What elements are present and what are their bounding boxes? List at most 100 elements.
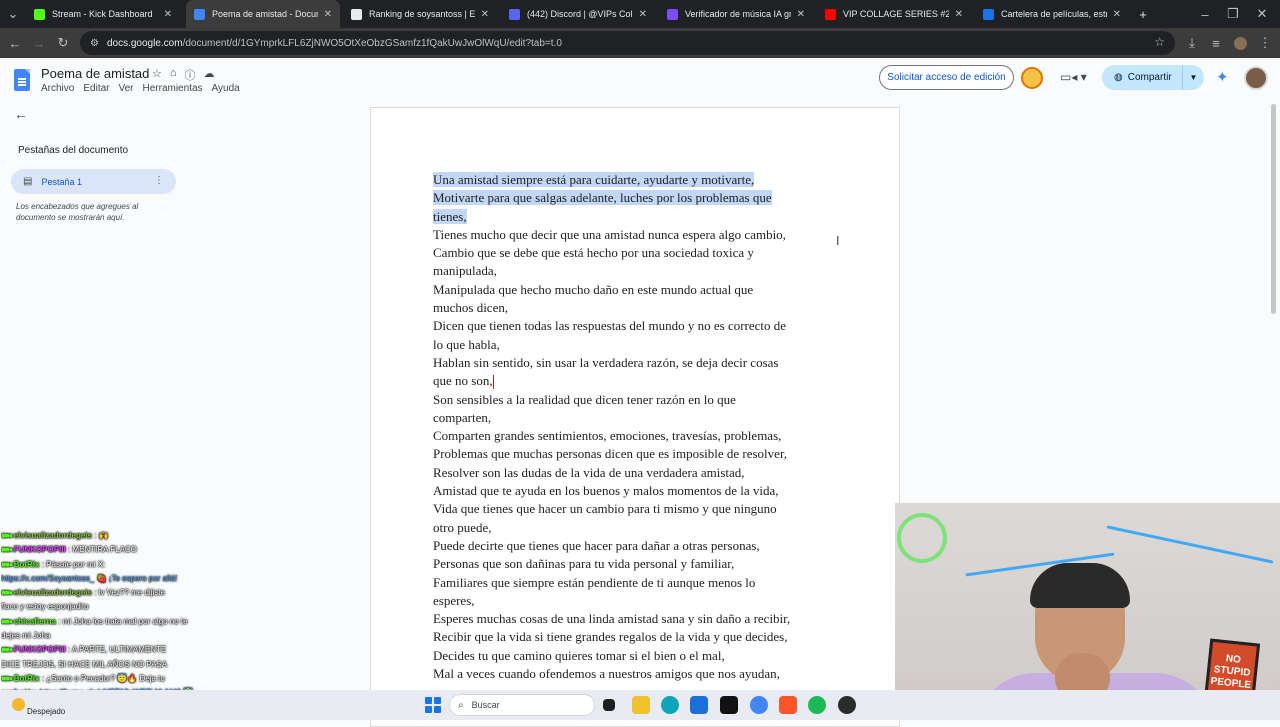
document-line[interactable]: Puede decirte que tienes que hacer para …	[433, 537, 833, 555]
bookmark-star-icon[interactable]: ☆	[1154, 35, 1165, 49]
chrome-icon[interactable]	[750, 696, 768, 714]
tab-options-icon[interactable]: ⋮	[154, 175, 164, 186]
tab-close-icon[interactable]: ✕	[1113, 9, 1121, 20]
brave-icon[interactable]	[779, 696, 797, 714]
document-line[interactable]: Tienes mucho que decir que una amistad n…	[433, 226, 833, 244]
scrollbar-thumb[interactable]	[1271, 104, 1276, 314]
tab-close-icon[interactable]: ✕	[164, 9, 172, 20]
document-line[interactable]: tienes,	[433, 208, 833, 226]
browser-menu-icon[interactable]: ⋮	[1256, 34, 1274, 52]
line-text: Recibir que la vida si tiene grandes reg…	[433, 629, 788, 645]
globe-icon: ◍	[1114, 72, 1123, 83]
document-line[interactable]: Familiares que siempre están pendiente d…	[433, 574, 833, 592]
taskbar-search[interactable]: ⌕ Buscar	[449, 694, 595, 716]
document-line[interactable]: Personas que son dañinas para tu vida pe…	[433, 555, 833, 573]
forward-icon[interactable]: →	[30, 34, 48, 52]
document-body[interactable]: Una amistad siempre está para cuidarte, …	[433, 171, 833, 683]
gemini-icon[interactable]: ✦	[1216, 68, 1229, 86]
share-dropdown-icon[interactable]: ▼	[1182, 65, 1204, 90]
document-line[interactable]: Una amistad siempre está para cuidarte, …	[433, 171, 833, 189]
document-line[interactable]: Amistad que te ayuda en los buenos y mal…	[433, 482, 833, 500]
document-line[interactable]: comparten,	[433, 409, 833, 427]
browser-tab[interactable]: Ranking de soysantoss | El mej ✕	[343, 0, 497, 28]
document-line[interactable]: Decides tu que camino quieres tomar si e…	[433, 647, 833, 665]
document-line[interactable]: Cambio que se debe que está hecho por un…	[433, 244, 833, 262]
profile-avatar[interactable]	[1231, 34, 1249, 52]
new-tab-icon[interactable]: +	[1134, 5, 1152, 23]
document-line[interactable]: Hablan sin sentido, sin usar la verdader…	[433, 354, 833, 372]
document-title[interactable]: Poema de amistad	[41, 66, 149, 81]
start-button[interactable]	[425, 697, 441, 713]
move-folder-icon[interactable]: ⌂	[170, 67, 177, 83]
document-line[interactable]: Problemas que muchas personas dicen que …	[433, 445, 833, 463]
browser-tab[interactable]: Cartelera de películas, estrenos ✕	[975, 0, 1129, 28]
document-line[interactable]: Recibir que la vida si tiene grandes reg…	[433, 628, 833, 646]
document-line[interactable]: Manipulada que hecho mucho daño en este …	[433, 281, 833, 299]
document-line[interactable]: muchos dicen,	[433, 299, 833, 317]
line-text: Mal a veces cuando ofendemos a nuestros …	[433, 666, 780, 682]
browser-tab[interactable]: Poema de amistad - Document ✕	[186, 0, 340, 28]
address-bar[interactable]: ⚙ docs.google.com /document/d/1GYmprkLFL…	[80, 31, 1175, 55]
info-icon[interactable]: ⓘ	[185, 67, 196, 83]
menu-herramientas[interactable]: Herramientas	[143, 83, 203, 94]
tab-close-icon[interactable]: ✕	[324, 9, 332, 20]
browser-tab[interactable]: (442) Discord | @VIPs Collage ✕	[501, 0, 655, 28]
reload-icon[interactable]: ↻	[54, 34, 72, 52]
document-line[interactable]: Motivarte para que salgas adelante, luch…	[433, 189, 833, 207]
menu-archivo[interactable]: Archivo	[41, 83, 74, 94]
document-line[interactable]: otro puede,	[433, 519, 833, 537]
browser-tab[interactable]: VIP COLLAGE SERIES #2 | JUAN ✕	[817, 0, 971, 28]
tab-close-icon[interactable]: ✕	[797, 9, 805, 20]
menu-editar[interactable]: Editar	[83, 83, 109, 94]
browser-tab[interactable]: Verificador de música IA gratis ✕	[659, 0, 813, 28]
back-icon[interactable]: ←	[6, 34, 24, 52]
tab-close-icon[interactable]: ✕	[639, 9, 647, 20]
restore-icon[interactable]: ❐	[1224, 5, 1242, 23]
collaborator-avatar[interactable]	[1021, 67, 1043, 89]
document-line[interactable]: que no son,	[433, 372, 833, 390]
edge-icon[interactable]	[661, 696, 679, 714]
close-window-icon[interactable]: ✕	[1253, 5, 1271, 23]
menu-ver[interactable]: Ver	[118, 83, 133, 94]
site-info-icon[interactable]: ⚙	[90, 38, 99, 49]
meet-icon[interactable]: ▭◂ ▾	[1060, 70, 1087, 84]
document-line[interactable]: Son sensibles a la realidad que dicen te…	[433, 391, 833, 409]
chat-username: FUNKOPOPIII	[13, 645, 66, 655]
line-text: Comparten grandes sentimientos, emocione…	[433, 428, 782, 444]
document-line[interactable]: Resolver son las dudas de la vida de una…	[433, 464, 833, 482]
minimize-icon[interactable]: –	[1196, 5, 1214, 23]
download-icon[interactable]: ⤓	[1183, 34, 1201, 52]
document-line[interactable]: Comparten grandes sentimientos, emocione…	[433, 427, 833, 445]
account-avatar[interactable]	[1244, 66, 1268, 90]
document-line[interactable]: esperes,	[433, 592, 833, 610]
tab-close-icon[interactable]: ✕	[481, 9, 489, 20]
obs-icon[interactable]	[838, 696, 856, 714]
star-icon[interactable]: ☆	[152, 67, 162, 83]
document-line[interactable]: Dicen que tienen todas las respuestas de…	[433, 317, 833, 335]
file-explorer-icon[interactable]	[632, 696, 650, 714]
docs-logo-icon[interactable]	[14, 69, 30, 91]
document-line[interactable]: Esperes muchas cosas de una linda amista…	[433, 610, 833, 628]
browser-tab[interactable]: Stream - Kick Dashboard ✕	[26, 0, 180, 28]
cloud-status-icon[interactable]: ☁	[204, 67, 215, 83]
task-view-icon[interactable]	[603, 699, 615, 711]
line-text: Una amistad siempre está para cuidarte, …	[433, 172, 755, 187]
media-control-icon[interactable]: ≡	[1207, 34, 1225, 52]
document-line[interactable]: Vida que tienes que hacer un cambio para…	[433, 500, 833, 518]
share-button[interactable]: ◍ Compartir ▼	[1102, 65, 1204, 90]
spotify-icon[interactable]	[808, 696, 826, 714]
chat-text: : A PARTE, ULTIMAMENTE	[67, 645, 167, 655]
outlook-icon[interactable]	[690, 696, 708, 714]
doc-tab-item[interactable]: ▤ Pestaña 1 ⋮	[11, 169, 176, 194]
vertical-scrollbar[interactable]	[1268, 104, 1280, 504]
document-line[interactable]: Mal a veces cuando ofendemos a nuestros …	[433, 665, 833, 683]
weather-widget[interactable]: Despejado	[12, 693, 65, 716]
tab-close-icon[interactable]: ✕	[955, 9, 963, 20]
request-edit-access-button[interactable]: Solicitar acceso de edición	[879, 65, 1014, 90]
close-outline-arrow-icon[interactable]: ←	[14, 106, 28, 122]
app-y-icon[interactable]	[720, 696, 738, 714]
menu-ayuda[interactable]: Ayuda	[212, 83, 240, 94]
document-line[interactable]: lo que habla,	[433, 336, 833, 354]
document-line[interactable]: manipulada,	[433, 262, 833, 280]
tab-search-icon[interactable]: ⌄	[4, 5, 22, 23]
